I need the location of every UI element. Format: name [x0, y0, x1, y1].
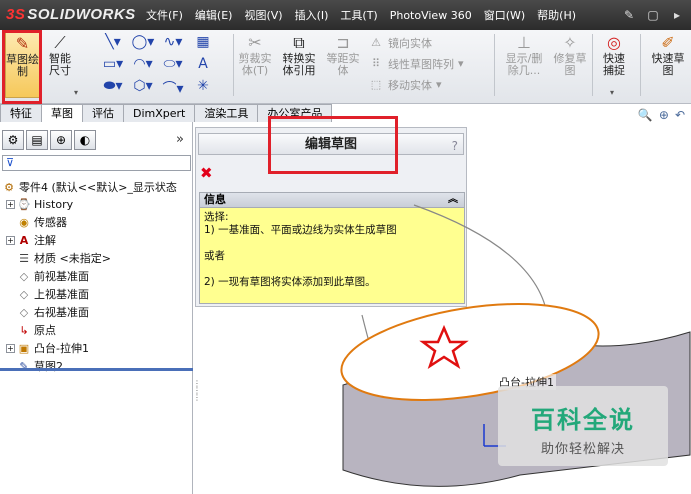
sketch-arc — [413, 204, 549, 321]
watermark: 百科全说 助你轻松解决 — [498, 386, 668, 466]
watermark-title: 百科全说 — [531, 407, 635, 434]
watermark-subtitle: 助你轻松解决 — [540, 442, 625, 457]
